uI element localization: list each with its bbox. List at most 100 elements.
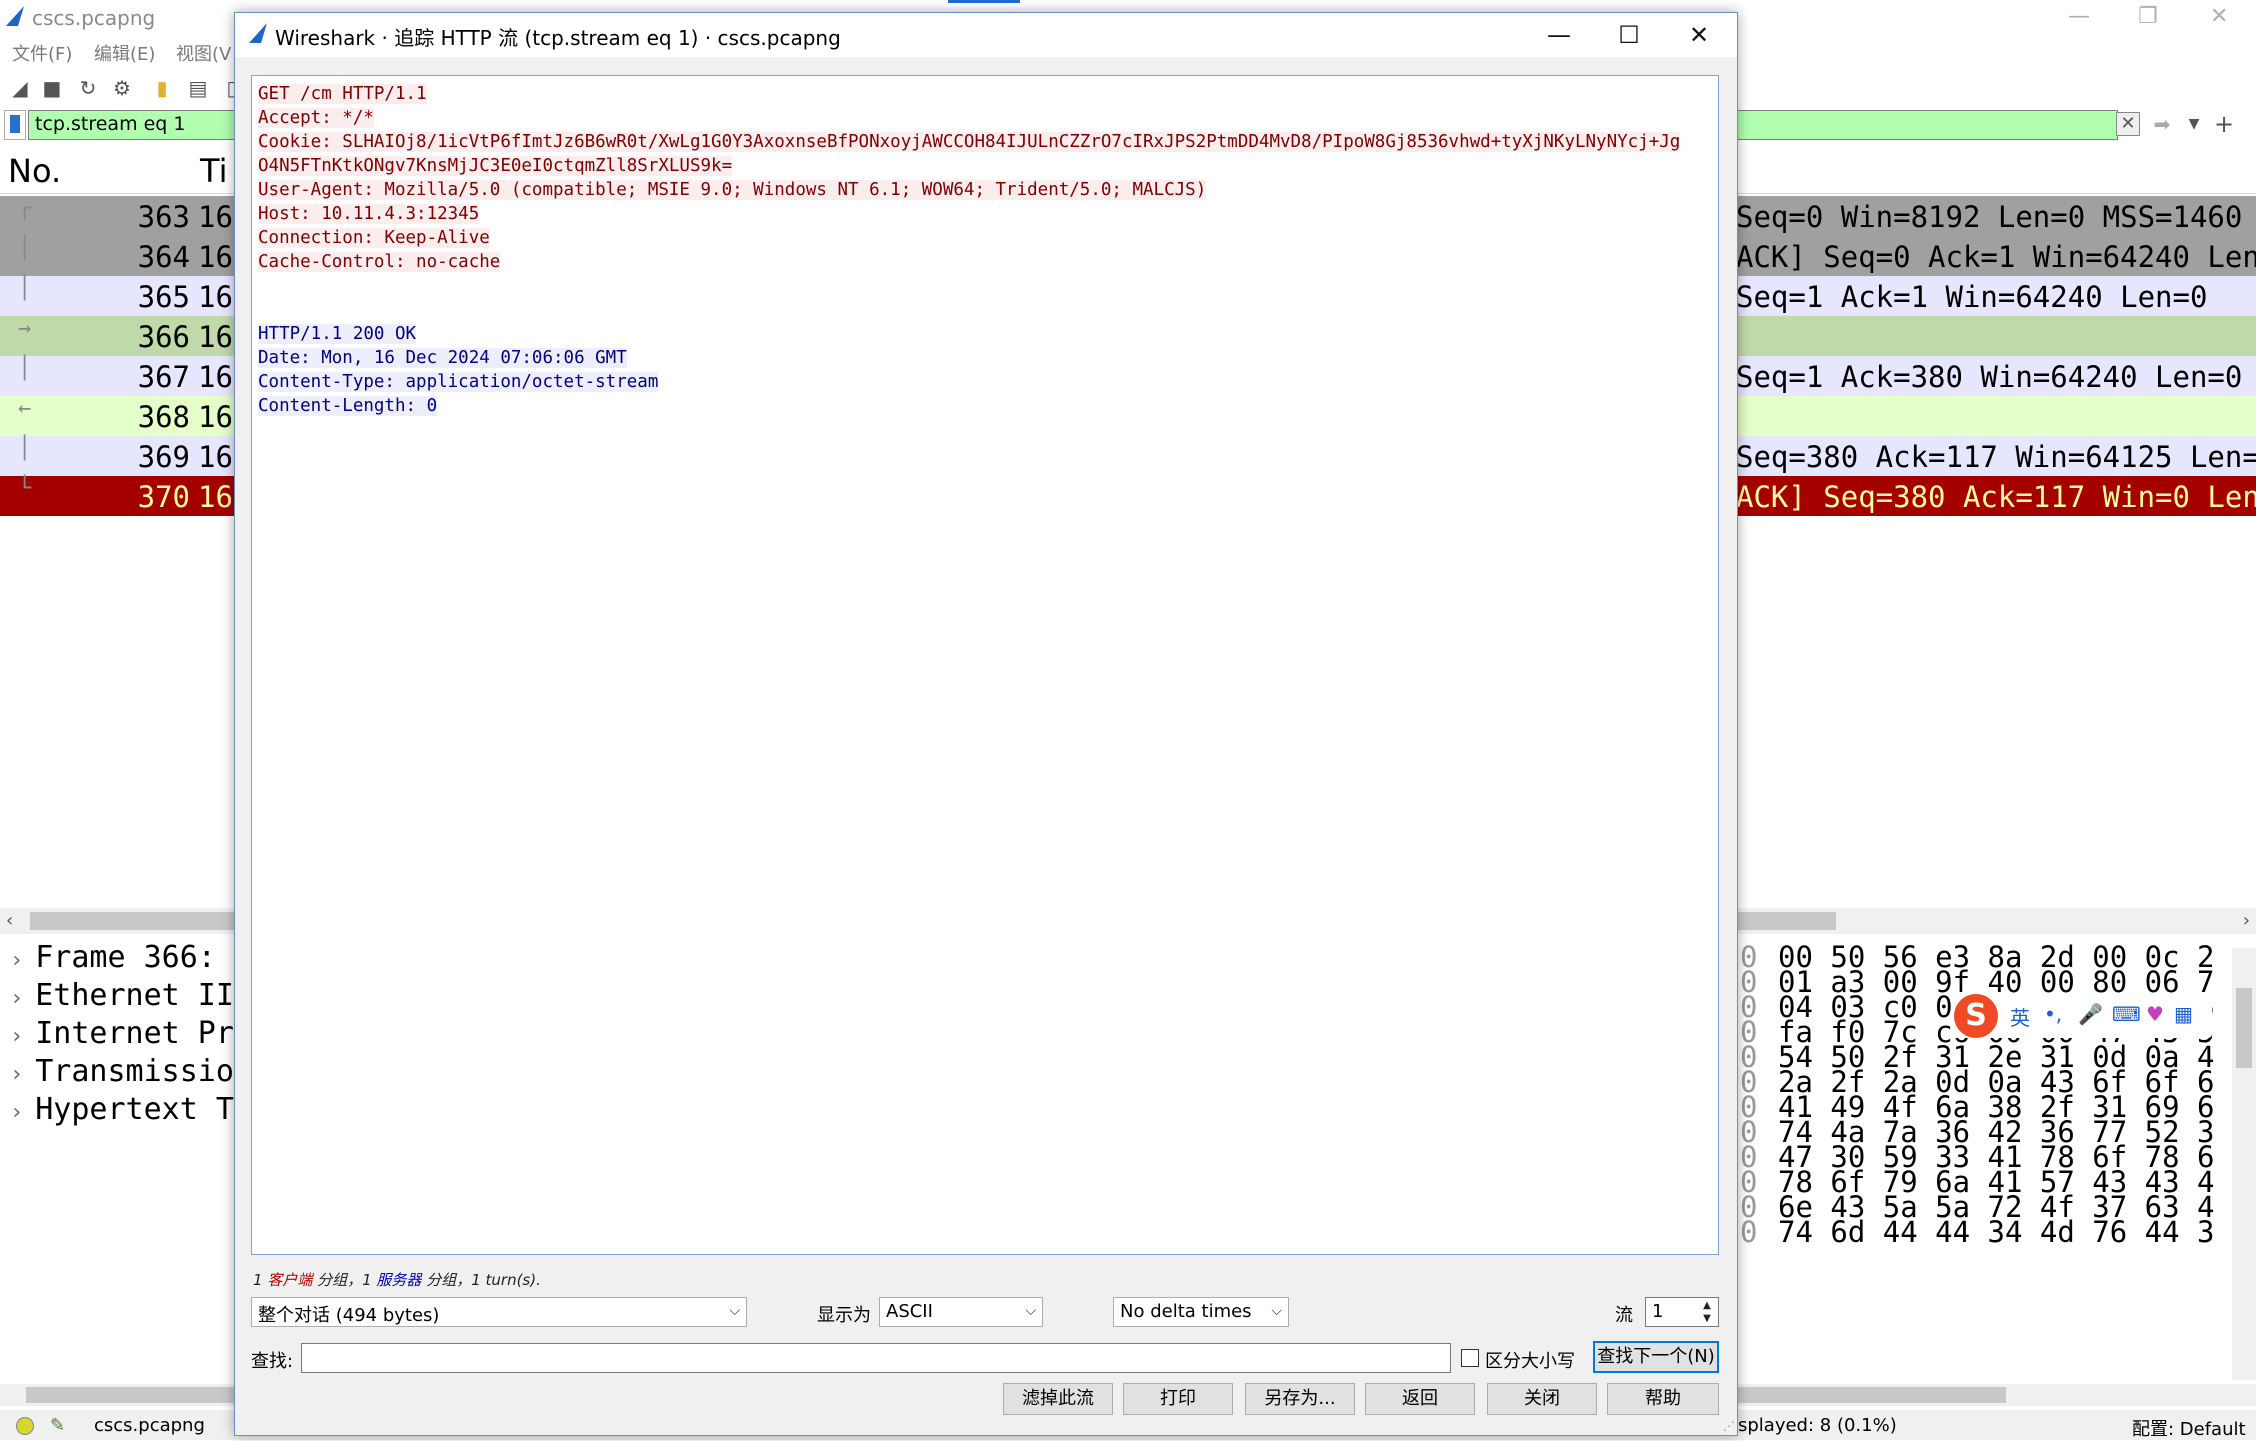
save-as-button[interactable]: 另存为... [1245, 1383, 1355, 1415]
hex-line[interactable]: 74 6d 44 44 34 4d 76 44 3 [1778, 1215, 2215, 1249]
dialog-titlebar: Wireshark · 追踪 HTTP 流 (tcp.stream eq 1) … [235, 13, 1737, 57]
stream-number-spinbox[interactable]: 1 ▲ ▼ [1645, 1297, 1719, 1327]
column-time[interactable]: Ti [200, 152, 227, 190]
client-line: Connection: Keep-Alive [258, 228, 490, 248]
scroll-right-icon[interactable]: › [2243, 910, 2250, 931]
status-file-name: cscs.pcapng [94, 1415, 205, 1436]
show-as-label: 显示为 [817, 1305, 871, 1326]
menu-view[interactable]: 视图(V [176, 40, 231, 66]
taskbar-indicator [948, 0, 1020, 3]
apply-filter-icon[interactable]: ➡ [2144, 112, 2180, 136]
close-button[interactable]: 关闭 [1487, 1383, 1597, 1415]
minimize-icon[interactable]: — [2068, 4, 2090, 29]
client-line: Cache-Control: no-cache [258, 252, 501, 272]
restart-capture-icon[interactable]: ↻ [76, 76, 100, 100]
capture-options-icon[interactable]: ⚙ [110, 76, 134, 100]
packet-details: › Frame 366: 4 › Ethernet II, › Internet Pr… [0, 940, 252, 1384]
print-button[interactable]: 打印 [1123, 1383, 1233, 1415]
status-displayed: splayed: 8 (0.1%) [1738, 1415, 1897, 1436]
detail-item[interactable]: › Frame 366: 4 [10, 940, 252, 975]
help-button[interactable]: 帮助 [1607, 1383, 1719, 1415]
packet-info: Seq=0 Win=8192 Len=0 MSS=1460 [1736, 200, 2243, 234]
sogou-logo-icon[interactable]: S [1954, 994, 1998, 1038]
packet-time: 16 [198, 200, 233, 234]
client-line: O4N5FTnKtkONgv7KnsMjJC3E0eI0ctqmZll8SrXL… [258, 156, 733, 176]
keyboard-icon[interactable]: ⌨ [2112, 1002, 2141, 1026]
expert-info-icon[interactable] [16, 1417, 34, 1435]
packet-info: ACK] Seq=0 Ack=1 Win=64240 Len [1736, 240, 2256, 274]
delta-times-select[interactable]: No delta times ⌵ [1113, 1297, 1289, 1327]
chevron-right-icon: › [10, 1062, 24, 1087]
find-input[interactable] [301, 1343, 1451, 1373]
filter-out-button[interactable]: 滤掉此流 [1003, 1383, 1113, 1415]
back-button[interactable]: 返回 [1365, 1383, 1475, 1415]
chevron-right-icon: › [10, 986, 24, 1011]
column-no[interactable]: No. [8, 152, 61, 190]
packet-no: 367 [137, 360, 190, 394]
detail-item[interactable]: › Transmission [10, 1054, 252, 1089]
start-capture-icon[interactable]: ◢ [8, 76, 32, 100]
detail-item[interactable]: › Hypertext Tr [10, 1092, 252, 1127]
skin-icon[interactable]: ♥ [2146, 1002, 2164, 1026]
microphone-icon[interactable]: 🎤 [2078, 1002, 2103, 1026]
main-window-title: cscs.pcapng [32, 6, 156, 30]
scroll-thumb[interactable] [2236, 988, 2252, 1068]
chevron-down-icon: ⌵ [729, 1303, 740, 1319]
client-line: User-Agent: Mozilla/5.0 (compatible; MSI… [258, 180, 1207, 200]
minimize-icon[interactable]: — [1525, 13, 1593, 57]
close-icon[interactable]: ✕ [2210, 4, 2228, 29]
chevron-down-icon: ⌵ [1025, 1303, 1036, 1319]
wireshark-fin-icon [6, 6, 24, 26]
close-icon[interactable]: ✕ [1665, 13, 1733, 57]
bookmark-icon[interactable] [4, 110, 26, 140]
packet-time: 16 [198, 240, 233, 274]
menu-file[interactable]: 文件(F) [12, 40, 72, 66]
packet-no: 365 [137, 280, 190, 314]
server-line: Content-Type: application/octet-stream [258, 372, 659, 392]
chevron-right-icon: › [10, 1100, 24, 1125]
punctuation-icon[interactable]: •, [2044, 1002, 2062, 1026]
conversation-select[interactable]: 整个对话 (494 bytes) ⌵ [251, 1297, 747, 1327]
spin-down-icon[interactable]: ▼ [1698, 1312, 1716, 1325]
find-next-button[interactable]: 查找下一个(N) [1593, 1341, 1719, 1373]
chevron-right-icon: › [10, 1024, 24, 1049]
packet-no: 369 [137, 440, 190, 474]
stream-summary: 1 客户端 分组，1 服务器 分组，1 turn(s). [253, 1271, 541, 1289]
status-profile[interactable]: 配置: Default [2132, 1415, 2246, 1441]
case-sensitive-label: 区分大小写 [1485, 1351, 1575, 1372]
show-as-select[interactable]: ASCII ⌵ [879, 1297, 1043, 1327]
resize-grip-icon[interactable]: ⋰ [1723, 1419, 1735, 1433]
clear-filter-icon[interactable]: ✕ [2116, 112, 2140, 136]
bytes-vscrollbar[interactable] [2232, 948, 2256, 1380]
packet-no: 366 [137, 320, 190, 354]
packet-time: 16 [198, 400, 233, 434]
packet-time: 16 [198, 280, 233, 314]
client-line: GET /cm HTTP/1.1 [258, 84, 427, 104]
maximize-icon[interactable]: ☐ [1595, 13, 1663, 57]
capture-comment-icon[interactable]: ✎ [50, 1415, 65, 1436]
find-label: 查找: [251, 1351, 294, 1372]
detail-item[interactable]: › Ethernet II, [10, 978, 252, 1013]
relation-marker-icon: ┌ [18, 196, 32, 221]
scroll-left-icon[interactable]: ‹ [6, 910, 13, 931]
stream-label: 流 [1615, 1305, 1633, 1326]
packet-time: 16 [198, 320, 233, 354]
open-file-icon[interactable]: ▮ [150, 76, 174, 100]
ime-language-toggle[interactable]: 英 [2010, 1002, 2030, 1031]
stream-content[interactable]: GET /cm HTTP/1.1 Accept: */* Cookie: SLHAI… [251, 75, 1719, 1255]
add-filter-button-icon[interactable]: + [2212, 110, 2236, 138]
case-sensitive-checkbox[interactable] [1461, 1349, 1479, 1367]
filter-history-chevron-down-icon[interactable]: ▼ [2184, 112, 2204, 136]
response-arrow-icon: ← [18, 396, 32, 421]
dialog-title: Wireshark · 追踪 HTTP 流 (tcp.stream eq 1) … [275, 26, 841, 50]
spin-up-icon[interactable]: ▲ [1698, 1299, 1716, 1312]
restore-icon[interactable]: ❐ [2138, 4, 2158, 29]
menu-edit[interactable]: 编辑(E) [94, 40, 155, 66]
detail-item[interactable]: › Internet Pro [10, 1016, 252, 1051]
stop-capture-icon[interactable]: ■ [40, 76, 64, 100]
hex-offset: 0 [1740, 1215, 1758, 1249]
packet-time: 16 [198, 440, 233, 474]
toolbox-icon[interactable]: ▦ [2174, 1002, 2193, 1026]
save-file-icon[interactable]: ▤ [186, 76, 210, 100]
